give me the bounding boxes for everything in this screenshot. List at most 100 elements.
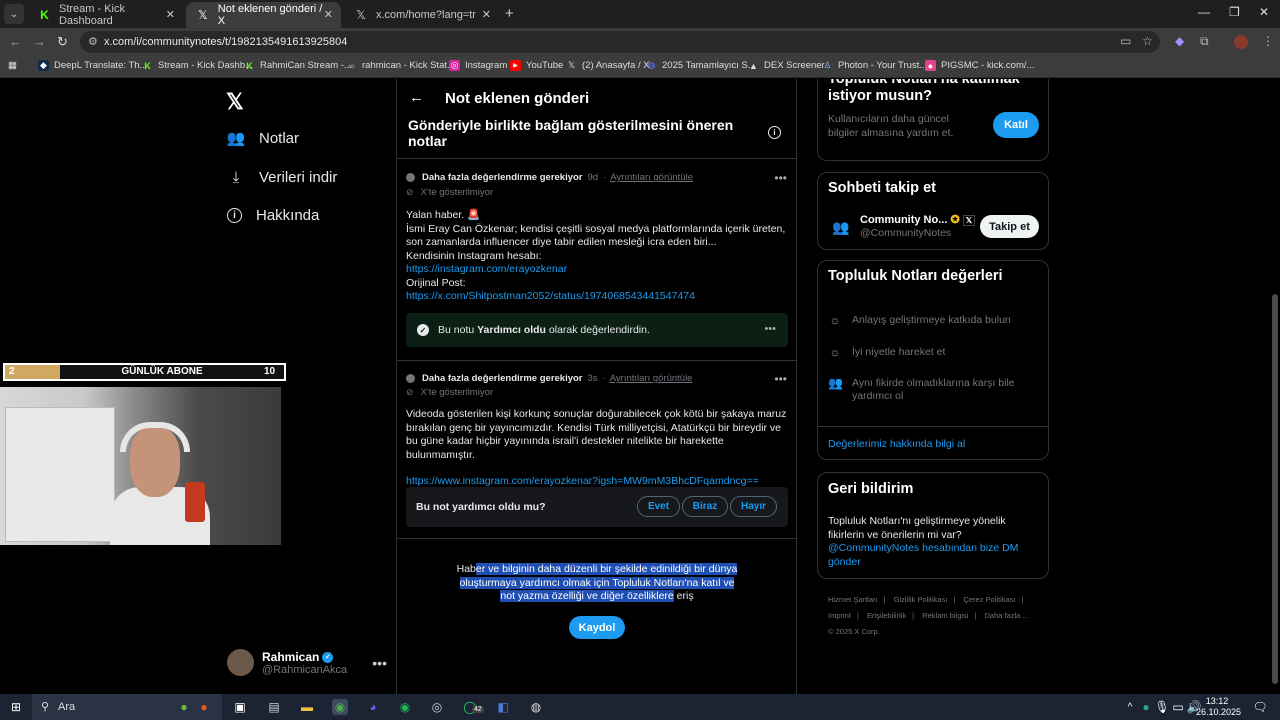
minimize-button[interactable]: — — [1198, 5, 1210, 19]
tab-community-note[interactable]: 𝕏 Not eklenen gönderi / X ✕ — [186, 2, 341, 28]
bookmark-dex-screener[interactable]: ▲ DEX Screener — [748, 60, 825, 71]
reload-icon[interactable]: ↻ — [57, 34, 68, 50]
bookmark-pigsmc[interactable]: ● PIGSMC - kick.com/... — [925, 60, 1034, 71]
footer-ads-link[interactable]: Reklam bilgisi — [922, 611, 968, 620]
close-icon[interactable]: ✕ — [324, 8, 333, 21]
nav-item-notlar[interactable]: 👥 Notlar — [226, 129, 299, 148]
kick-icon: K — [144, 60, 151, 71]
notification-center-icon[interactable]: 🗨 — [1252, 699, 1268, 715]
tab-kick-dashboard[interactable]: K Stream - Kick Dashboard ✕ — [28, 2, 183, 28]
forward-icon[interactable]: → — [33, 34, 46, 49]
tab-title: Not eklenen gönderi / X — [217, 3, 323, 27]
footer-privacy-link[interactable]: Gizlilik Politikası — [894, 595, 948, 604]
bookmark-kick-stats[interactable]: ∞ rahmican - Kick Stat... — [346, 60, 455, 71]
taskbar-clock[interactable]: 13:12 26.10.2025 — [1196, 696, 1241, 718]
tab-search-button[interactable]: ⌄ — [4, 4, 24, 24]
more-options-icon[interactable]: ••• — [774, 171, 787, 185]
note-line: son zamanlarda influencer diye tabir edi… — [406, 236, 717, 248]
more-options-icon[interactable]: ••• — [774, 372, 787, 386]
folder-icon[interactable]: ▬ — [299, 699, 315, 715]
view-details-link[interactable]: Ayrıntıları görüntüle — [610, 172, 693, 183]
footer-cookie-link[interactable]: Çerez Politikası — [963, 595, 1015, 604]
page-subtitle: Gönderiyle birlikte bağlam gösterilmesin… — [408, 117, 734, 149]
back-arrow-icon[interactable]: ← — [409, 89, 424, 106]
more-menu-icon[interactable]: ⋮ — [1262, 34, 1274, 48]
join-button[interactable]: Katıl — [993, 112, 1039, 138]
discord-icon[interactable]: ◕ — [365, 699, 381, 715]
tab-x-home[interactable]: 𝕏 x.com/home?lang=tr ✕ — [344, 2, 499, 28]
rate-somewhat-button[interactable]: Biraz — [682, 496, 728, 517]
bookmark-youtube[interactable]: ▶ YouTube — [510, 60, 563, 71]
globe-icon: ◍ — [647, 60, 656, 70]
page-scrollbar[interactable] — [1272, 294, 1278, 684]
close-icon[interactable]: ✕ — [482, 8, 491, 21]
rate-no-button[interactable]: Hayır — [730, 496, 777, 517]
chevron-up-icon[interactable]: ^ — [1122, 699, 1138, 715]
footer-accessibility-link[interactable]: Erişilebilirlik — [867, 611, 906, 620]
nav-item-download[interactable]: ⤓ Verileri indir — [227, 168, 338, 186]
bookmark-rahmican-stream[interactable]: K RahmiCan Stream -... — [244, 60, 352, 71]
feedback-dm-link[interactable]: @CommunityNotes hesabından bize DM gönde… — [828, 542, 1028, 569]
network-icon[interactable]: ▭ — [1170, 699, 1186, 715]
new-tab-button[interactable]: + — [505, 5, 514, 22]
weather-icon[interactable]: ● — [176, 699, 192, 715]
taskbar-search[interactable]: ⚲ Ara — [32, 694, 222, 720]
status-dot-icon — [406, 173, 415, 182]
note-line: Orijinal Post: — [406, 276, 466, 289]
follow-button[interactable]: Takip et — [980, 215, 1039, 238]
instagram-link[interactable]: https://instagram.com/erayozkenar — [406, 263, 790, 277]
footer-more-link[interactable]: Daha fazla ... — [985, 611, 1029, 620]
bookmark-photon[interactable]: ♙ Photon - Your Trust... — [822, 60, 927, 71]
extension-icon[interactable]: ◆ — [1175, 34, 1184, 48]
footer-imprint-link[interactable]: Imprint — [828, 611, 851, 620]
note-visibility: ⊘ X'te gösterilmiyor — [406, 387, 493, 398]
bookmark-instagram[interactable]: ◎ Instagram — [449, 60, 507, 71]
profile-avatar-icon[interactable] — [1234, 35, 1248, 49]
back-icon[interactable]: ← — [9, 34, 22, 49]
note-line: Kendisinin Instagram hesabı: — [406, 249, 542, 262]
signup-button[interactable]: Kaydol — [569, 616, 625, 639]
account-name[interactable]: Community No... ✪ 𝕏 — [860, 213, 976, 226]
weather-icon[interactable]: ● — [196, 699, 212, 715]
footer-terms-link[interactable]: Hizmet Şartları — [828, 595, 878, 604]
apps-grid-icon[interactable]: ▦ — [8, 60, 17, 71]
browser-tab-bar: ⌄ K Stream - Kick Dashboard ✕ 𝕏 Not ekle… — [0, 0, 1280, 28]
rate-yes-button[interactable]: Evet — [637, 496, 680, 517]
extensions-puzzle-icon[interactable]: ⧉ — [1200, 34, 1209, 49]
account-switcher[interactable]: Rahmican ✓ @RahmicanAkca ••• — [227, 649, 387, 676]
microphone-icon[interactable]: 🎙 — [1154, 699, 1170, 715]
bookmark-x-home[interactable]: 𝕏 (2) Anasayfa / X — [566, 60, 650, 71]
eye-off-icon: ⊘ — [406, 387, 414, 397]
info-icon[interactable]: i — [768, 126, 781, 139]
windows-start-icon[interactable]: ⊞ — [8, 699, 24, 715]
bookmark-tamamlayici[interactable]: ◍ 2025 Tamamlayıcı S... — [646, 60, 756, 71]
app-icon[interactable]: ◧ — [495, 699, 511, 715]
values-learn-more-link[interactable]: Değerlerimiz hakkında bilgi al — [828, 438, 965, 450]
visibility-label: X'te gösterilmiyor — [420, 187, 494, 198]
bookmark-star-icon[interactable]: ☆ — [1142, 34, 1153, 48]
obs-icon[interactable]: ◍ — [528, 699, 544, 715]
close-icon[interactable]: ✕ — [166, 8, 175, 21]
bookmark-deepl[interactable]: ◆ DeepL Translate: Th... — [38, 60, 147, 71]
tray-app-icon[interactable]: ● — [1138, 699, 1154, 715]
cast-icon[interactable]: ▭ — [1120, 34, 1131, 48]
task-view-icon[interactable]: ▣ — [232, 699, 248, 715]
address-bar[interactable]: ⚙ x.com/i/communitynotes/t/1982135491613… — [80, 31, 1160, 53]
x-logo-icon[interactable]: 𝕏 — [226, 89, 244, 115]
spotify-icon[interactable]: ◉ — [397, 699, 413, 715]
file-explorer-app-icon[interactable]: ▤ — [266, 699, 282, 715]
bookmark-kick-dashboard[interactable]: K Stream - Kick Dashb... — [142, 60, 253, 71]
people-icon: 👥 — [226, 130, 246, 147]
value-item: ☼ Anlayış geliştirmeye katkıda bulun — [828, 314, 1011, 327]
more-options-icon[interactable]: ••• — [764, 323, 776, 335]
original-post-link[interactable]: https://x.com/Shitpostman2052/status/197… — [406, 290, 790, 304]
site-info-icon[interactable]: ⚙ — [88, 35, 98, 48]
nav-item-about[interactable]: i Hakkında — [227, 207, 319, 224]
close-window-button[interactable]: ✕ — [1259, 5, 1269, 19]
view-details-link[interactable]: Ayrıntıları görüntüle — [610, 373, 693, 384]
steam-icon[interactable]: ◎ — [429, 699, 445, 715]
chrome-icon[interactable]: ◉ — [332, 699, 348, 715]
selected-text: er ve bilginin daha düzenli bir şekilde … — [459, 563, 738, 602]
maximize-button[interactable]: ❐ — [1229, 5, 1240, 19]
more-options-icon[interactable]: ••• — [372, 655, 387, 671]
